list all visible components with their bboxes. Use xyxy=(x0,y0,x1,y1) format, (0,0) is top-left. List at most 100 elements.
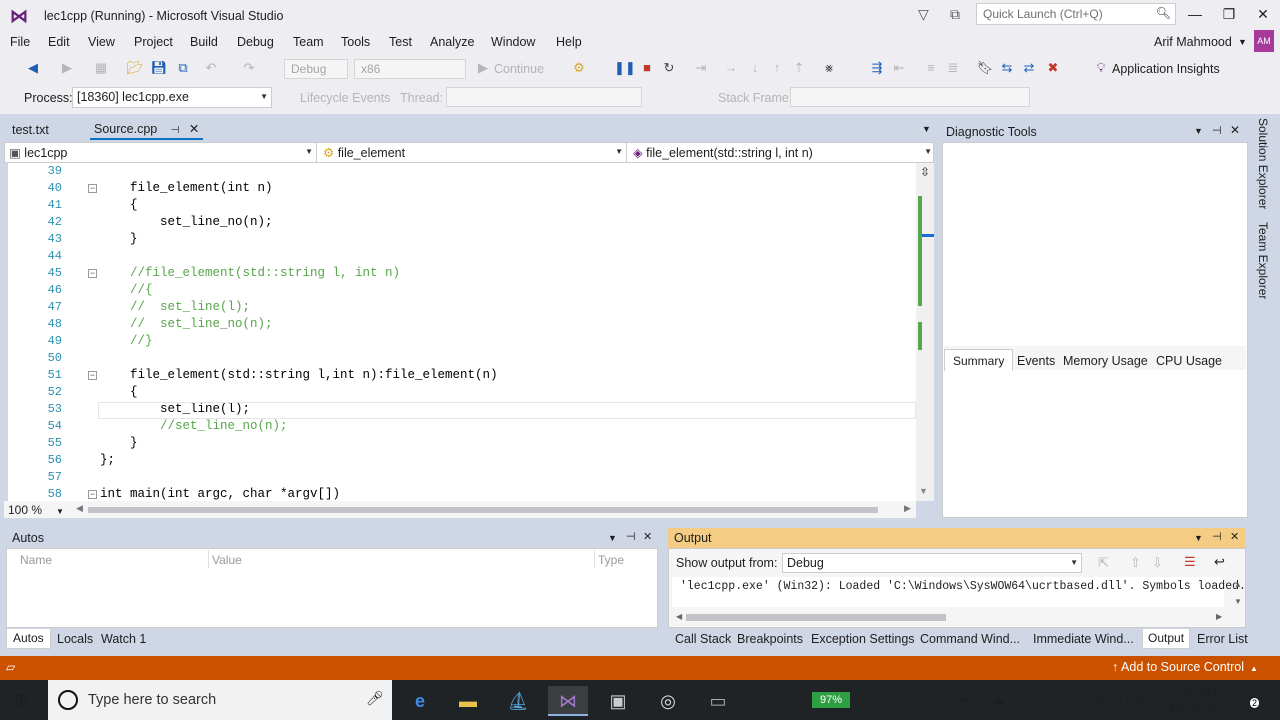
clear-bookmarks-icon[interactable]: ✖ xyxy=(1044,60,1062,76)
tab-watch-1[interactable]: Watch 1 xyxy=(101,632,146,646)
quick-launch-input[interactable]: Quick Launch (Ctrl+Q) 🔍︎ xyxy=(976,3,1176,25)
comment-icon[interactable]: ≡ xyxy=(922,60,940,75)
hex-display-icon[interactable]: ⨳ xyxy=(820,60,838,76)
project-scope-select[interactable]: ▣ lec1cpp ▼ xyxy=(5,143,317,162)
tab-exception-settings[interactable]: Exception Settings xyxy=(811,632,915,646)
close-button[interactable]: ✕ xyxy=(1248,6,1278,23)
user-menu-caret-icon[interactable]: ▼ xyxy=(1238,37,1247,47)
next-message-icon[interactable]: ⇩ xyxy=(1152,555,1163,571)
continue-icon[interactable]: ▶ xyxy=(474,60,492,76)
uncomment-icon[interactable]: ≣ xyxy=(944,60,962,76)
column-header-type[interactable]: Type xyxy=(598,553,624,567)
autos-grid[interactable] xyxy=(6,548,658,628)
tab-events[interactable]: Events xyxy=(1017,354,1055,368)
windows-start-icon[interactable]: ⊞ xyxy=(14,690,29,711)
feedback-icon[interactable]: ⧉ xyxy=(950,6,960,23)
pin-icon[interactable]: ⊣ xyxy=(1212,530,1222,543)
member-scope-select[interactable]: ◈ file_element(std::string l, int n) ▼ xyxy=(629,143,935,162)
collapse-region-icon[interactable]: − xyxy=(88,371,97,380)
console-icon[interactable]: ▭ xyxy=(698,686,738,716)
menu-view[interactable]: View xyxy=(88,35,115,49)
horizontal-scroll-thumb[interactable] xyxy=(88,507,878,513)
column-header-name[interactable]: Name xyxy=(20,553,52,567)
close-icon[interactable]: ✕ xyxy=(643,530,652,543)
tab-error-list[interactable]: Error List xyxy=(1197,632,1248,646)
output-horizontal-scroll-thumb[interactable] xyxy=(686,614,946,621)
code-line[interactable]: //set_line_no(n); xyxy=(100,418,288,435)
tab-locals[interactable]: Locals xyxy=(57,632,93,646)
code-line[interactable]: //} xyxy=(100,333,153,350)
bookmark-icon[interactable]: 🔖︎ xyxy=(976,60,994,76)
scroll-down-arrow-icon[interactable]: ▼ xyxy=(919,486,928,496)
code-line[interactable]: //file_element(std::string l, int n) xyxy=(100,265,400,282)
tab-autos[interactable]: Autos xyxy=(6,629,51,649)
menu-debug[interactable]: Debug xyxy=(237,35,274,49)
onedrive-icon[interactable]: ☁ xyxy=(992,692,1005,708)
maximize-button[interactable]: ❐ xyxy=(1214,6,1244,23)
collapse-region-icon[interactable]: − xyxy=(88,490,97,499)
code-line[interactable]: // set_line_no(n); xyxy=(100,316,273,333)
volume-icon[interactable]: 🔊︎ xyxy=(960,692,968,708)
process-select[interactable]: [18360] lec1cpp.exe ▼ xyxy=(72,87,272,108)
wifi-icon[interactable]: ◠ xyxy=(1060,692,1071,708)
show-next-statement-icon[interactable]: ⇥ xyxy=(692,60,710,76)
back-icon[interactable]: ◀ xyxy=(24,60,42,76)
pin-icon[interactable]: ⊣ xyxy=(171,125,180,136)
tab-source-cpp[interactable]: Source.cpp ⊣ ✕ xyxy=(90,119,204,140)
type-scope-select[interactable]: ⚙ file_element ▼ xyxy=(319,143,627,162)
close-tab-icon[interactable]: ✕ xyxy=(189,122,199,136)
app-circle-icon[interactable]: ◎ xyxy=(648,686,688,716)
find-message-icon[interactable]: ⇱ xyxy=(1098,555,1109,571)
menu-edit[interactable]: Edit xyxy=(48,35,70,49)
user-name[interactable]: Arif Mahmood xyxy=(1154,35,1232,49)
next-bookmark-icon[interactable]: ⇄ xyxy=(1020,60,1038,76)
avatar[interactable]: AM xyxy=(1254,30,1274,52)
scroll-left-arrow-icon[interactable]: ◀ xyxy=(676,612,682,621)
collapse-region-icon[interactable]: − xyxy=(88,184,97,193)
edge-icon[interactable]: e xyxy=(400,686,440,716)
power-plug-icon[interactable]: 🔌︎ xyxy=(858,692,875,708)
battery-indicator[interactable]: 97% xyxy=(812,692,850,708)
input-language[interactable]: ENG xyxy=(1126,692,1152,706)
pen-icon[interactable]: ✎ xyxy=(1094,692,1105,708)
application-insights-icon[interactable]: 💡︎ xyxy=(1092,60,1110,76)
code-line[interactable]: } xyxy=(100,435,138,452)
code-line[interactable]: file_element(std::string l,int n):file_e… xyxy=(100,367,498,384)
application-insights-button[interactable]: Application Insights xyxy=(1112,62,1220,76)
display-icon[interactable]: ▭ xyxy=(1026,692,1038,708)
forward-icon[interactable]: ▶ xyxy=(58,60,76,76)
new-project-icon[interactable]: ▦ xyxy=(92,60,110,76)
minimize-button[interactable]: — xyxy=(1180,6,1210,22)
tab-cpu-usage[interactable]: CPU Usage xyxy=(1156,354,1222,368)
menu-window[interactable]: Window xyxy=(491,35,535,49)
stack-frame-select[interactable] xyxy=(790,87,1030,107)
previous-bookmark-icon[interactable]: ⇆ xyxy=(998,60,1016,76)
app-window-icon[interactable]: ▣ xyxy=(598,686,638,716)
step-out-icon[interactable]: ↑ xyxy=(768,60,786,75)
process-attach-icon[interactable]: ⚙ xyxy=(570,60,588,76)
step-into-icon[interactable]: → xyxy=(722,60,740,75)
microphone-icon[interactable]: 🎤︎ xyxy=(366,690,384,707)
show-threads-icon[interactable]: ⇶ xyxy=(868,60,886,76)
clock-time[interactable]: 11:25 AM xyxy=(1167,684,1217,698)
pin-icon[interactable]: ⊣ xyxy=(1212,124,1222,137)
scroll-left-arrow-icon[interactable]: ◀ xyxy=(76,503,83,514)
tab-overflow-chevron-down-icon[interactable]: ▼ xyxy=(922,124,931,134)
column-header-value[interactable]: Value xyxy=(212,553,242,567)
show-hidden-icons-chevron-up-icon[interactable]: ⌃ xyxy=(930,692,941,708)
zoom-select[interactable]: 100 % ▼ xyxy=(8,503,64,517)
code-line[interactable]: file_element(int n) xyxy=(100,180,273,197)
open-file-icon[interactable]: 📂︎ xyxy=(126,60,144,76)
save-icon[interactable]: 💾︎ xyxy=(150,60,168,76)
tab-command-window[interactable]: Command Wind... xyxy=(920,632,1020,646)
tab-team-explorer[interactable]: Team Explorer xyxy=(1256,222,1270,299)
pin-icon[interactable]: ⊣ xyxy=(626,530,636,543)
step-back-icon[interactable]: ⇡ xyxy=(790,60,808,76)
menu-build[interactable]: Build xyxy=(190,35,218,49)
file-explorer-icon[interactable]: ▬ xyxy=(448,686,488,716)
window-menu-chevron-down-icon[interactable]: ▼ xyxy=(1194,126,1203,136)
tab-immediate-window[interactable]: Immediate Wind... xyxy=(1033,632,1134,646)
tab-breakpoints[interactable]: Breakpoints xyxy=(737,632,803,646)
menu-analyze[interactable]: Analyze xyxy=(430,35,474,49)
column-divider[interactable] xyxy=(594,550,595,568)
